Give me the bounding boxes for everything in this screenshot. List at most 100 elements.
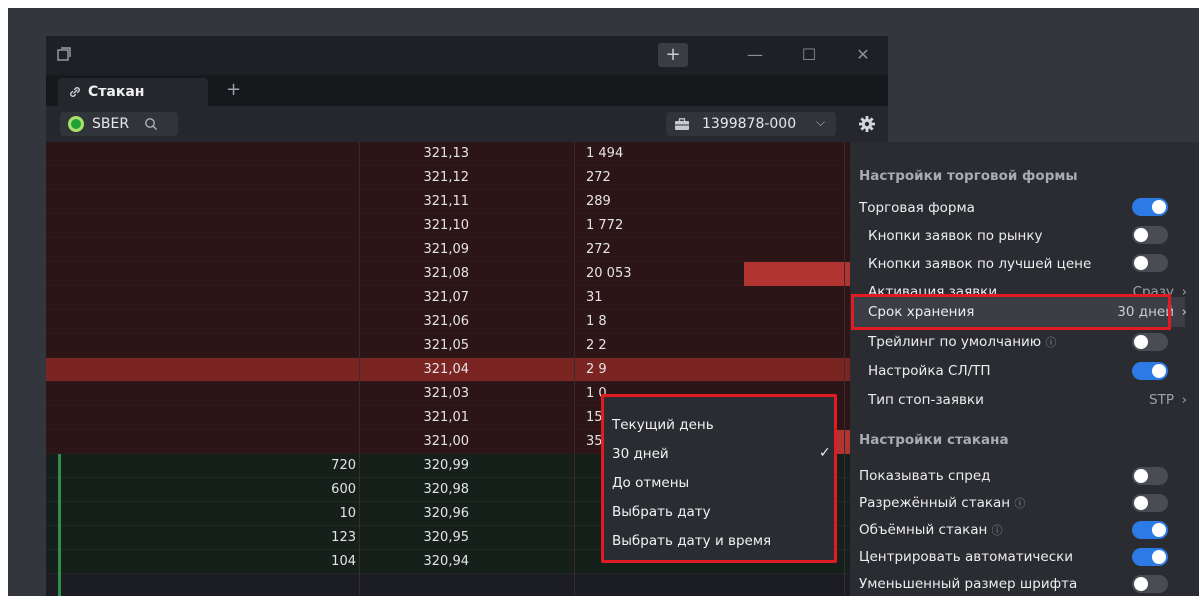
expiry-highlight-box: [851, 294, 1171, 330]
order-book-toolbar: SBER 1399878-000 ⌵: [46, 106, 888, 142]
volume-cell: 1 494: [586, 146, 624, 161]
volume-cell: 1 772: [586, 218, 624, 233]
search-icon[interactable]: [144, 117, 158, 131]
price-cell: 321,05: [423, 338, 470, 353]
best-price-buttons-label: Кнопки заявок по лучшей цене: [868, 256, 1092, 272]
order-book-settings-heading: Настройки стакана: [859, 432, 1009, 448]
show-spread-label: Показывать спред: [859, 468, 991, 484]
trailing-default-toggle[interactable]: [1132, 333, 1168, 351]
ask-row[interactable]: 321,07 31: [46, 286, 888, 310]
account-selector[interactable]: 1399878-000 ⌵: [666, 112, 836, 136]
chevron-right-icon: ›: [1181, 304, 1187, 320]
volume-cell: 272: [586, 170, 611, 185]
tab-order-book[interactable]: Стакан: [58, 78, 208, 106]
volume-cell: 20 053: [586, 266, 632, 281]
price-cell: 320,95: [423, 530, 470, 545]
volume-book-label: Объёмный стакан ⓘ: [859, 522, 1003, 538]
column-divider: [359, 142, 360, 596]
ask-row-highlighted[interactable]: 321,04 2 9: [46, 358, 888, 382]
volume-cell: 272: [586, 242, 611, 257]
expiry-option-until-cancel[interactable]: До отмены: [612, 475, 689, 491]
briefcase-icon: [675, 118, 689, 130]
ticker-selector[interactable]: SBER: [60, 112, 178, 136]
sber-logo-icon: [68, 116, 84, 132]
show-spread-toggle[interactable]: [1132, 467, 1168, 485]
add-widget-button[interactable]: +: [658, 43, 688, 67]
desktop-background: + — ☐ ✕ Стакан + SBER 1399878-000 ⌵ 321,…: [8, 8, 1199, 596]
volume-cell: 289: [586, 194, 611, 209]
settings-panel: Настройки торговой формы Торговая форма …: [850, 142, 1199, 596]
price-cell: 321,13: [423, 146, 470, 161]
checkmark-icon: ✓: [819, 445, 831, 461]
volume-cell: 10: [339, 506, 356, 521]
best-price-buttons-toggle[interactable]: [1132, 254, 1168, 272]
account-number: 1399878-000: [702, 116, 797, 132]
ask-row[interactable]: 321,08 20 053: [46, 262, 888, 286]
add-tab-button[interactable]: +: [226, 79, 241, 100]
small-font-toggle[interactable]: [1132, 575, 1168, 593]
sparse-book-label: Разрежённый стакан ⓘ: [859, 495, 1026, 511]
ask-row[interactable]: 321,10 1 772: [46, 214, 888, 238]
trade-form-toggle[interactable]: [1132, 198, 1168, 216]
order-book-window: + — ☐ ✕ Стакан + SBER 1399878-000 ⌵ 321,…: [46, 36, 888, 596]
auto-center-label: Центрировать автоматически: [859, 549, 1074, 565]
expiry-option-30-days[interactable]: 30 дней: [612, 446, 669, 462]
expiry-option-pick-date[interactable]: Выбрать дату: [612, 504, 711, 520]
info-icon: ⓘ: [1045, 336, 1057, 349]
sl-tp-setup-toggle[interactable]: [1132, 362, 1168, 380]
expiry-option-today[interactable]: Текущий день: [612, 417, 714, 433]
price-cell: 321,09: [423, 242, 470, 257]
price-cell: 320,99: [423, 458, 470, 473]
volume-cell: 1 8: [586, 314, 607, 329]
volume-cell: 123: [331, 530, 356, 545]
gear-icon[interactable]: [858, 115, 876, 133]
small-font-label: Уменьшенный размер шрифта: [859, 576, 1078, 592]
volume-cell: 2 2: [586, 338, 607, 353]
close-button[interactable]: ✕: [848, 43, 878, 67]
price-cell: 321,04: [423, 362, 470, 377]
chevron-down-icon: ⌵: [816, 115, 826, 129]
price-cell: 321,00: [423, 434, 470, 449]
trade-form-settings-heading: Настройки торговой формы: [859, 168, 1078, 184]
price-cell: 321,10: [423, 218, 470, 233]
tab-bar: Стакан +: [46, 76, 888, 106]
price-cell: 320,98: [423, 482, 470, 497]
ask-row[interactable]: 321,05 2 2: [46, 334, 888, 358]
minimize-button[interactable]: —: [740, 43, 770, 67]
volume-cell: 600: [331, 482, 356, 497]
trade-form-label: Торговая форма: [859, 200, 975, 216]
ask-row[interactable]: 321,11 289: [46, 190, 888, 214]
price-cell: 321,06: [423, 314, 470, 329]
ask-row[interactable]: 321,12 272: [46, 166, 888, 190]
price-cell: 321,01: [423, 410, 470, 425]
info-icon: ⓘ: [1014, 497, 1026, 510]
expiry-option-pick-datetime[interactable]: Выбрать дату и время: [612, 533, 771, 549]
price-cell: 321,12: [423, 170, 470, 185]
window-mode-icon[interactable]: [56, 46, 72, 62]
price-cell: 321,07: [423, 290, 470, 305]
market-buttons-toggle[interactable]: [1132, 226, 1168, 244]
volume-cell: 2 9: [586, 362, 607, 377]
expiry-dropdown: Текущий день 30 дней ✓ До отмены Выбрать…: [601, 394, 837, 563]
window-titlebar[interactable]: + — ☐ ✕: [46, 36, 888, 74]
price-cell: 321,11: [423, 194, 470, 209]
auto-center-toggle[interactable]: [1132, 548, 1168, 566]
volume-book-toggle[interactable]: [1132, 521, 1168, 539]
sparse-book-toggle[interactable]: [1132, 494, 1168, 512]
bid-edge-marker: [58, 454, 61, 596]
ticker-name: SBER: [92, 116, 130, 132]
ask-row[interactable]: 321,06 1 8: [46, 310, 888, 334]
maximize-button[interactable]: ☐: [794, 43, 824, 67]
ask-row[interactable]: 321,13 1 494: [46, 142, 888, 166]
price-cell: 320,96: [423, 506, 470, 521]
price-cell: 321,08: [423, 266, 470, 281]
price-cell: 321,03: [423, 386, 470, 401]
link-icon: [70, 87, 80, 97]
trailing-default-label: Трейлинг по умолчанию ⓘ: [868, 334, 1057, 350]
stop-order-type-label[interactable]: Тип стоп-заявки: [868, 392, 984, 408]
sl-tp-setup-label: Настройка СЛ/ТП: [868, 363, 991, 379]
stop-order-type-value[interactable]: STP: [1149, 392, 1174, 408]
column-divider: [574, 142, 575, 596]
ask-row[interactable]: 321,09 272: [46, 238, 888, 262]
info-icon: ⓘ: [991, 524, 1003, 537]
